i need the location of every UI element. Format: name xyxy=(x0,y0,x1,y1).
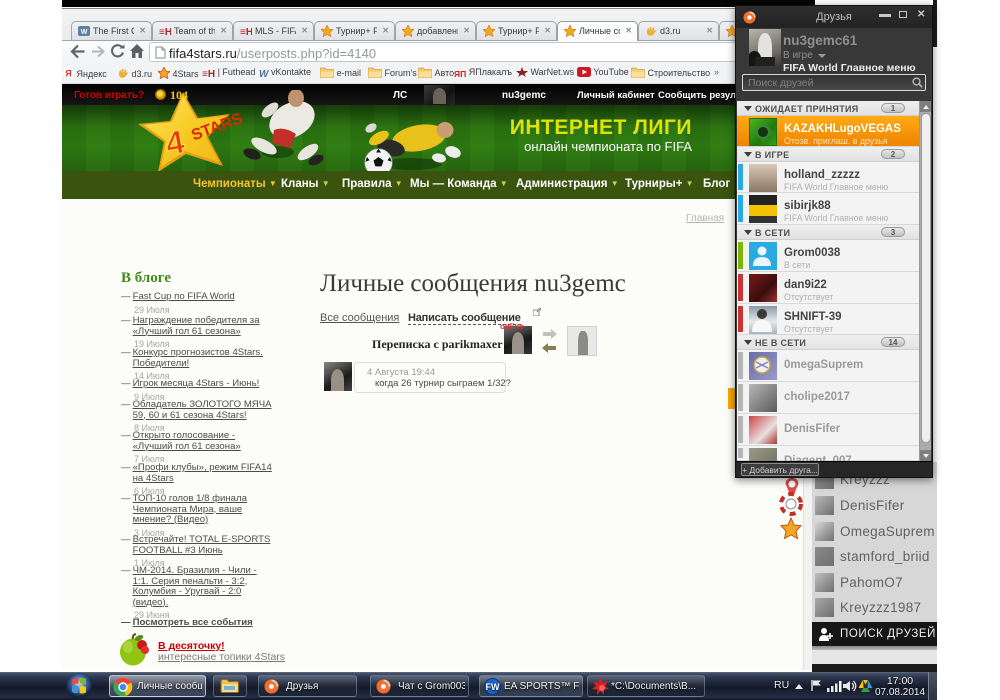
svg-text:STARS: STARS xyxy=(189,110,245,144)
svg-text:≡H: ≡H xyxy=(159,27,171,37)
svg-text:FW: FW xyxy=(486,682,500,692)
svg-text:W: W xyxy=(81,29,88,36)
svg-text:Я: Я xyxy=(65,69,71,79)
svg-text:≡H: ≡H xyxy=(240,27,252,37)
